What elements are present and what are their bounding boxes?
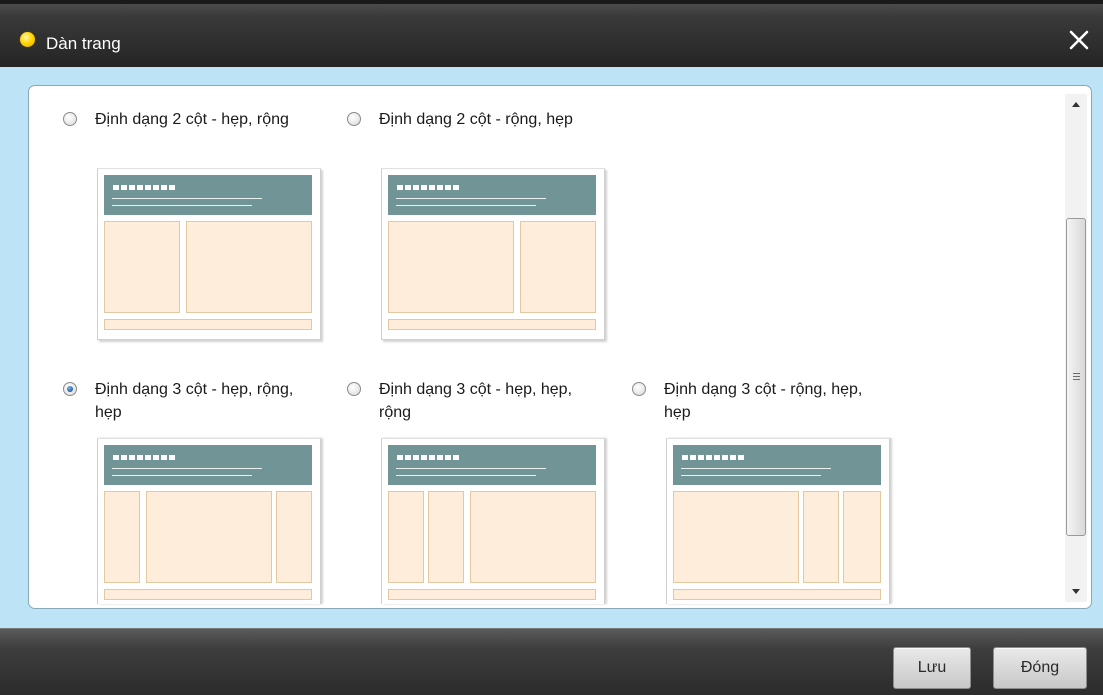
layout-radio-selected[interactable] bbox=[63, 382, 77, 396]
save-button[interactable]: Lưu bbox=[893, 647, 971, 689]
thumbnail-column bbox=[673, 491, 799, 583]
thumbnail-column bbox=[470, 491, 596, 583]
thumbnail-column bbox=[146, 491, 272, 583]
thumbnail-footer bbox=[388, 589, 596, 600]
layout-radio[interactable] bbox=[63, 112, 77, 126]
layout-option-3col-narrow-narrow-wide: Định dạng 3 cột - hẹp, hẹp, rộng bbox=[347, 378, 607, 608]
scroll-up-icon[interactable] bbox=[1065, 94, 1087, 116]
layout-options-panel: Định dạng 2 cột - hẹp, rộng Định dạng 2 … bbox=[28, 85, 1092, 609]
thumbnail-column bbox=[428, 491, 464, 583]
thumbnail-header-band bbox=[104, 175, 312, 215]
page-layout-dialog: Dàn trang Định dạng 2 cột - hẹp, rộng Đị… bbox=[0, 0, 1103, 695]
layout-thumbnail[interactable] bbox=[97, 168, 321, 340]
dialog-title: Dàn trang bbox=[46, 34, 121, 53]
thumbnail-footer bbox=[673, 589, 881, 600]
dialog-body: Định dạng 2 cột - hẹp, rộng Định dạng 2 … bbox=[0, 67, 1103, 628]
thumbnail-column bbox=[388, 221, 514, 313]
layout-option-3col-narrow-wide-narrow: Định dạng 3 cột - hẹp, rộng, hẹp bbox=[63, 378, 323, 608]
thumbnail-header-band bbox=[673, 445, 881, 485]
thumbnail-header-band bbox=[388, 175, 596, 215]
thumbnail-header-band bbox=[388, 445, 596, 485]
thumbnail-column bbox=[104, 221, 180, 313]
layout-option-label[interactable]: Định dạng 3 cột - hẹp, rộng, hẹp bbox=[95, 378, 310, 424]
scrollbar-thumb[interactable] bbox=[1066, 218, 1086, 536]
vertical-scrollbar[interactable] bbox=[1065, 94, 1087, 602]
layout-thumbnail[interactable] bbox=[666, 438, 890, 604]
layout-option-3col-wide-narrow-narrow: Định dạng 3 cột - rộng, hẹp, hẹp bbox=[632, 378, 892, 608]
layout-option-label[interactable]: Định dạng 3 cột - hẹp, hẹp, rộng bbox=[379, 378, 594, 424]
layout-option-label[interactable]: Định dạng 2 cột - hẹp, rộng bbox=[95, 108, 310, 131]
layout-thumbnail[interactable] bbox=[97, 438, 321, 604]
layout-radio[interactable] bbox=[632, 382, 646, 396]
thumbnail-footer bbox=[104, 589, 312, 600]
dialog-titlebar: Dàn trang bbox=[0, 0, 1103, 67]
layout-radio[interactable] bbox=[347, 112, 361, 126]
layout-thumbnail[interactable] bbox=[381, 438, 605, 604]
layout-option-2col-narrow-wide: Định dạng 2 cột - hẹp, rộng bbox=[63, 108, 323, 348]
grip-icon bbox=[1073, 373, 1080, 382]
layout-thumbnail[interactable] bbox=[381, 168, 605, 340]
close-button[interactable]: Đóng bbox=[993, 647, 1087, 689]
layout-radio[interactable] bbox=[347, 382, 361, 396]
thumbnail-column bbox=[104, 491, 140, 583]
dialog-footer: Lưu Đóng bbox=[0, 628, 1103, 695]
scroll-down-icon[interactable] bbox=[1065, 580, 1087, 602]
thumbnail-column bbox=[186, 221, 312, 313]
thumbnail-column bbox=[843, 491, 881, 583]
thumbnail-footer bbox=[104, 319, 312, 330]
thumbnail-header-band bbox=[104, 445, 312, 485]
thumbnail-footer bbox=[388, 319, 596, 330]
status-dot-icon bbox=[20, 32, 35, 47]
layout-option-label[interactable]: Định dạng 3 cột - rộng, hẹp, hẹp bbox=[664, 378, 879, 424]
layout-option-label[interactable]: Định dạng 2 cột - rộng, hẹp bbox=[379, 108, 594, 131]
thumbnail-column bbox=[388, 491, 424, 583]
layout-option-2col-wide-narrow: Định dạng 2 cột - rộng, hẹp bbox=[347, 108, 607, 348]
thumbnail-column bbox=[520, 221, 596, 313]
thumbnail-column bbox=[276, 491, 312, 583]
thumbnail-column bbox=[803, 491, 839, 583]
close-icon[interactable] bbox=[1065, 26, 1093, 54]
